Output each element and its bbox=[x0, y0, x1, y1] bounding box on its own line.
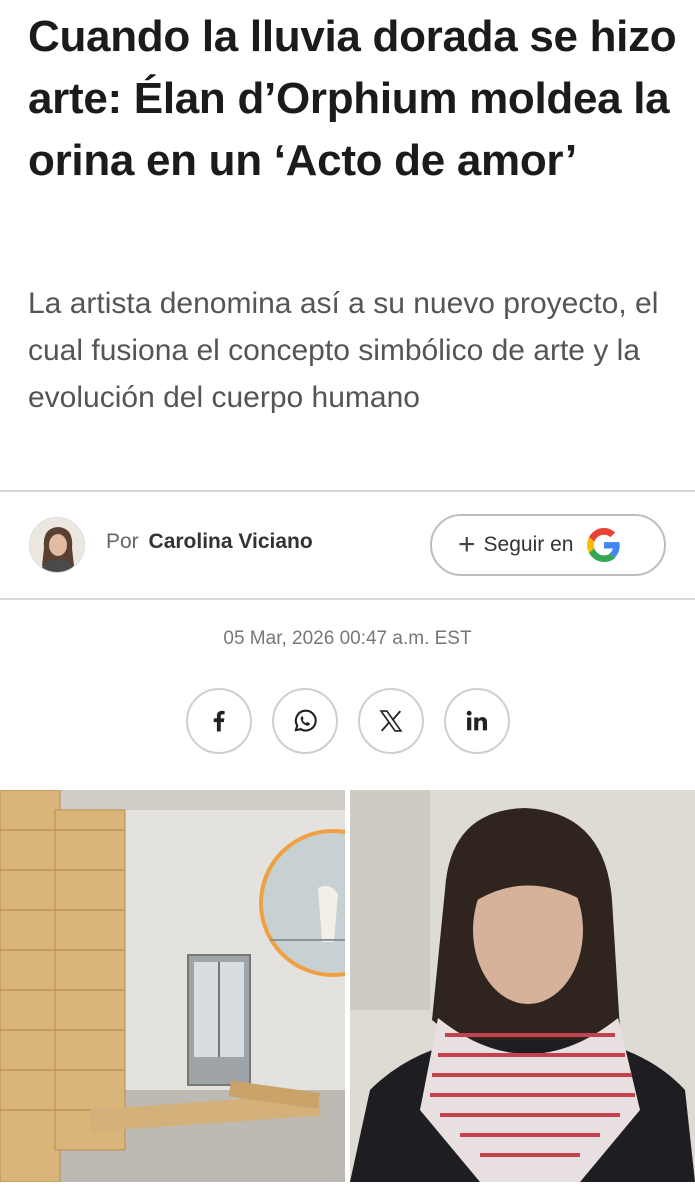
byline-text: Por Carolina Viciano bbox=[106, 530, 313, 554]
follow-label: Seguir en bbox=[483, 533, 574, 556]
gallery-photo bbox=[0, 790, 345, 1182]
plus-icon: + bbox=[458, 528, 476, 561]
divider bbox=[0, 598, 695, 600]
share-whatsapp-button[interactable] bbox=[271, 688, 338, 754]
article-headline: Cuando la lluvia dorada se hizo arte: Él… bbox=[28, 12, 677, 185]
artist-photo bbox=[350, 790, 695, 1182]
author-name[interactable]: Carolina Viciano bbox=[149, 530, 313, 553]
share-linkedin-button[interactable] bbox=[443, 688, 510, 754]
google-icon bbox=[587, 528, 621, 562]
hero-image[interactable] bbox=[0, 790, 695, 1182]
linkedin-icon bbox=[466, 710, 487, 731]
publish-date: 05 Mar, 2026 00:47 a.m. EST bbox=[223, 628, 472, 649]
byline-prefix: Por bbox=[106, 530, 139, 553]
follow-on-google-button[interactable]: + Seguir en bbox=[430, 514, 666, 576]
share-buttons bbox=[0, 688, 695, 754]
share-facebook-button[interactable] bbox=[185, 688, 252, 754]
author-avatar[interactable] bbox=[29, 517, 85, 573]
article-subhead: La artista denomina así a su nuevo proye… bbox=[28, 287, 659, 414]
share-x-button[interactable] bbox=[357, 688, 424, 754]
byline: Por Carolina Viciano + Seguir en bbox=[0, 492, 695, 598]
whatsapp-icon bbox=[293, 709, 317, 732]
x-icon bbox=[379, 710, 402, 732]
facebook-icon bbox=[213, 710, 225, 732]
